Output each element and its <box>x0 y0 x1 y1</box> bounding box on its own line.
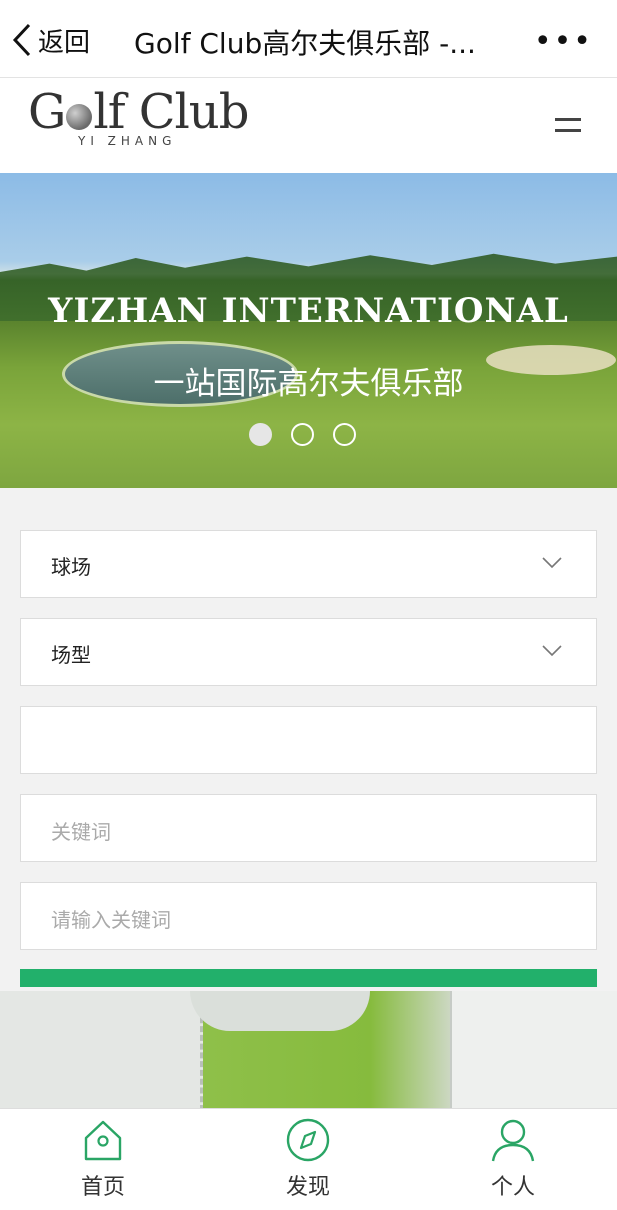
course-select-value: 球场 <box>51 555 91 579</box>
carousel-dot-2[interactable] <box>291 423 314 446</box>
banner-subtitle: 一站国际高尔夫俱乐部 <box>153 366 464 402</box>
course-select[interactable]: 球场 <box>20 530 597 598</box>
tab-profile-label: 个人 <box>490 1175 535 1200</box>
tab-profile[interactable]: 个人 <box>453 1117 573 1201</box>
wechat-nav-bar: 返回 Golf Club高尔夫俱乐部 -... ••• <box>0 0 617 78</box>
logo-text-pre: G <box>28 84 66 140</box>
chevron-down-icon <box>542 645 562 657</box>
site-header: Glf Club YI ZHANG <box>0 78 617 173</box>
user-icon <box>491 1119 535 1162</box>
keyword-input-placeholder: 关键词 <box>51 820 111 844</box>
bottom-tab-bar: 首页 发现 个人 <box>0 1108 617 1210</box>
logo-text-post: lf Club <box>93 84 249 140</box>
page-title: Golf Club高尔夫俱乐部 -... <box>134 27 476 60</box>
tab-home[interactable]: 首页 <box>43 1117 163 1201</box>
home-icon <box>84 1120 122 1161</box>
carousel-indicators <box>249 423 375 446</box>
back-label: 返回 <box>38 27 91 58</box>
golf-glove-image <box>0 991 617 1111</box>
search-submit-button[interactable] <box>20 969 597 987</box>
more-options-icon[interactable]: ••• <box>534 24 593 59</box>
blank-input[interactable] <box>20 706 597 774</box>
tab-discover-label: 发现 <box>285 1175 330 1200</box>
course-type-select[interactable]: 场型 <box>20 618 597 686</box>
carousel-dot-1[interactable] <box>249 423 272 446</box>
tab-home-label: 首页 <box>80 1175 125 1200</box>
search-input[interactable]: 请输入关键词 <box>20 882 597 950</box>
keyword-input[interactable]: 关键词 <box>20 794 597 862</box>
carousel-dot-3[interactable] <box>333 423 356 446</box>
compass-icon <box>286 1118 330 1162</box>
hamburger-menu-icon[interactable] <box>555 118 581 140</box>
search-input-placeholder: 请输入关键词 <box>51 908 171 932</box>
banner-title: YIZHAN INTERNATIONAL <box>48 291 569 331</box>
search-form: 球场 场型 关键词 请输入关键词 <box>20 530 597 970</box>
chevron-down-icon <box>542 557 562 569</box>
tab-discover[interactable]: 发现 <box>248 1117 368 1201</box>
logo[interactable]: Glf Club YI ZHANG <box>28 84 249 148</box>
back-button[interactable]: 返回 <box>12 18 90 62</box>
banner-carousel[interactable]: YIZHAN INTERNATIONAL 一站国际高尔夫俱乐部 <box>0 173 617 488</box>
course-type-select-value: 场型 <box>51 643 91 667</box>
chevron-left-icon <box>12 23 31 57</box>
golf-ball-icon <box>66 104 93 130</box>
